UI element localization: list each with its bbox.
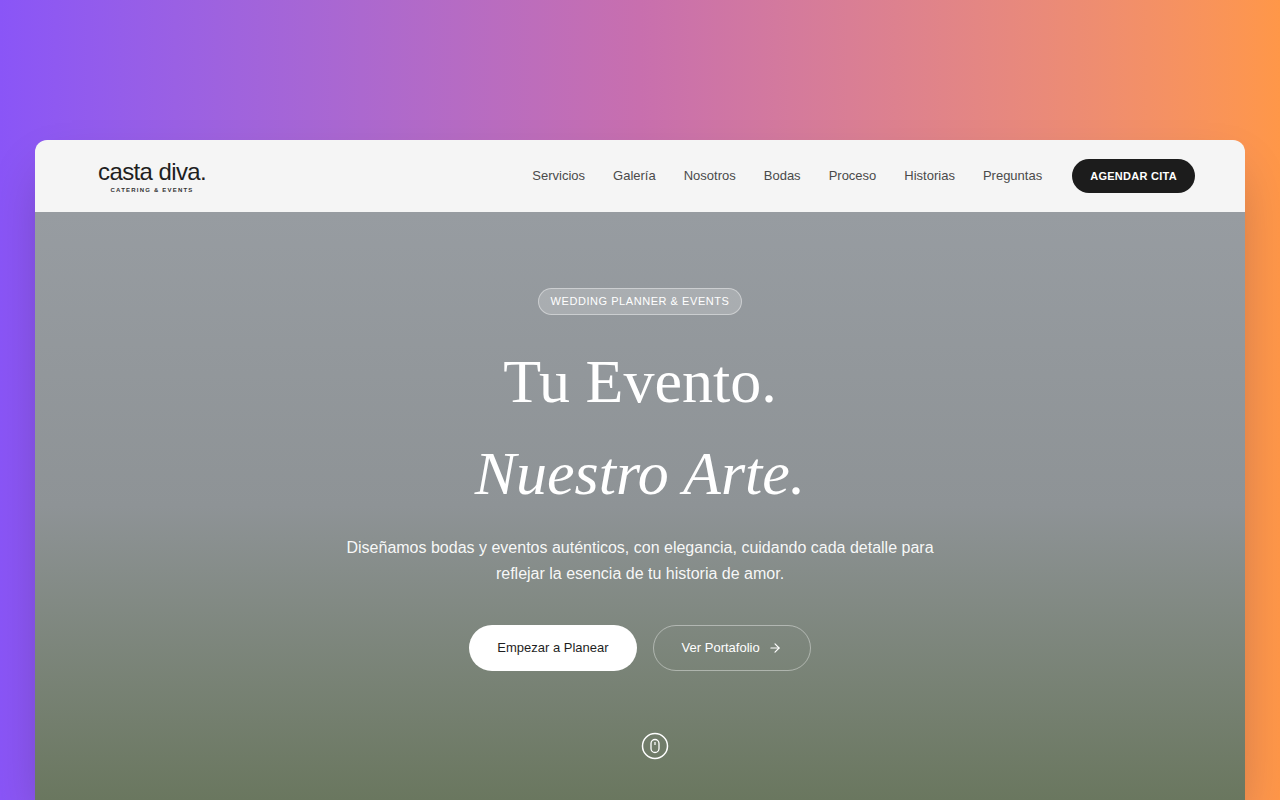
nav-item[interactable]: Proceso — [829, 166, 877, 186]
scroll-mouse-icon[interactable] — [641, 732, 669, 760]
cta-button[interactable]: AGENDAR CITA — [1072, 159, 1195, 194]
start-planning-button[interactable]: Empezar a Planear — [469, 625, 636, 671]
hero-title: Tu Evento.Nuestro Arte. — [475, 335, 806, 519]
logo[interactable]: casta diva.CATERING & EVENTS — [98, 160, 206, 193]
hero: WEDDING PLANNER & EVENTS Tu Evento.Nuestr… — [35, 212, 1245, 800]
arrow-right-icon — [768, 641, 782, 655]
main-nav: Servicios Galería Nosotros Bodas Proceso Hist… — [532, 159, 1195, 194]
nav-item[interactable]: Nosotros — [684, 166, 736, 186]
page: casta diva.CATERING & EVENTS Servicios Gal… — [0, 0, 1280, 800]
nav-item[interactable]: Preguntas — [983, 166, 1042, 186]
hero-actions: Empezar a Planear Ver Portafolio — [469, 625, 810, 671]
hero-description: Diseñamos bodas y eventos auténticos, co… — [330, 535, 950, 587]
nav-item[interactable]: Historias — [904, 166, 955, 186]
nav-item[interactable]: Servicios — [532, 166, 585, 186]
browser-card: casta diva.CATERING & EVENTS Servicios Gal… — [35, 140, 1245, 800]
nav-item[interactable]: Bodas — [764, 166, 801, 186]
nav-item[interactable]: Galería — [613, 166, 656, 186]
portfolio-button[interactable]: Ver Portafolio — [653, 625, 811, 671]
site-header: casta diva.CATERING & EVENTS Servicios Gal… — [35, 140, 1245, 212]
hero-badge: WEDDING PLANNER & EVENTS — [538, 288, 743, 315]
